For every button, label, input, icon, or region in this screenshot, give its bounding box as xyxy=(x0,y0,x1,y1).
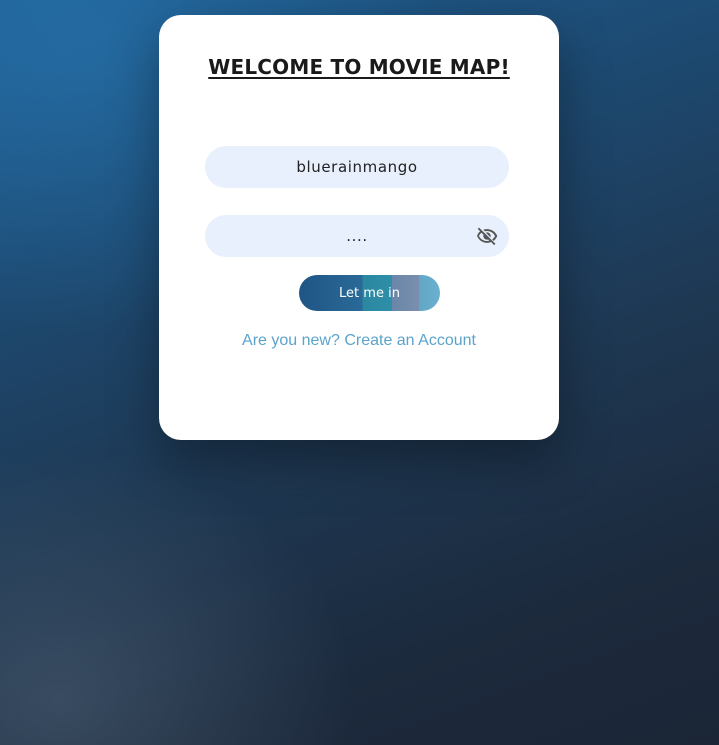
create-account-link[interactable]: Are you new? Create an Account xyxy=(159,332,559,350)
username-field[interactable] xyxy=(205,146,509,188)
page-title: WELCOME TO MOVIE MAP! xyxy=(208,55,510,79)
login-card: WELCOME TO MOVIE MAP! Let me in Are you … xyxy=(159,15,559,440)
let-me-in-button[interactable]: Let me in xyxy=(299,275,440,311)
username-input[interactable] xyxy=(205,146,509,188)
password-field[interactable] xyxy=(205,215,509,257)
eye-slash-icon[interactable] xyxy=(476,225,498,247)
password-input[interactable] xyxy=(205,215,509,257)
